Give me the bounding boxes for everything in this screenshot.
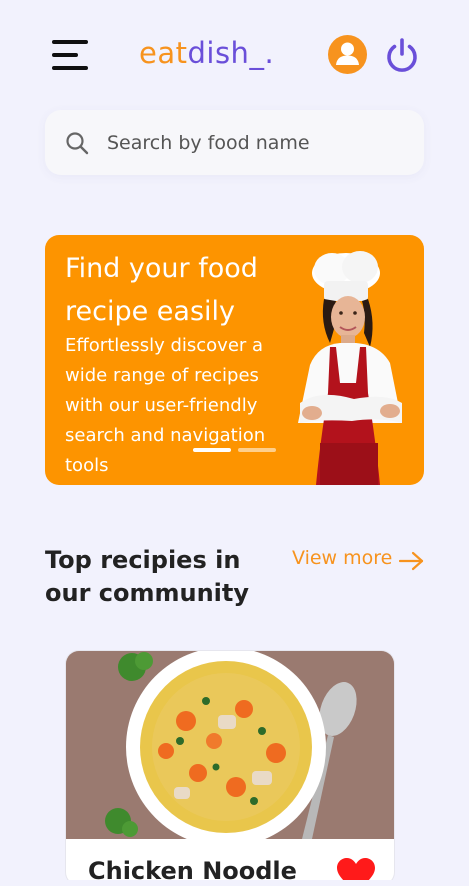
- carousel-indicator: [193, 448, 283, 453]
- chicken-noodle-soup-photo: [66, 651, 394, 839]
- power-icon: [387, 38, 417, 72]
- chef-woman-illustration: [298, 251, 402, 485]
- screen-bottom-edge: [0, 880, 469, 886]
- banner-description: Effortlessly discover a wide range of re…: [65, 335, 266, 476]
- profile-button[interactable]: [328, 35, 367, 74]
- view-more-link[interactable]: View more: [292, 547, 424, 575]
- logo-dish: dish_.: [187, 36, 275, 70]
- logo-eat: eat: [139, 36, 188, 70]
- search-bar: [45, 110, 424, 175]
- carousel-dot-active[interactable]: [193, 448, 231, 452]
- app-header: eatdish_.: [0, 30, 469, 80]
- carousel-dot[interactable]: [238, 448, 276, 452]
- logout-button[interactable]: [383, 36, 421, 74]
- view-more-label: View more: [292, 547, 393, 569]
- section-title: Top recipies in our community: [45, 546, 250, 607]
- recipe-card[interactable]: Chicken Noodle: [65, 650, 395, 886]
- banner-title: Find your food recipe easily: [65, 253, 258, 327]
- search-input[interactable]: [105, 124, 405, 162]
- hamburger-menu-icon[interactable]: [52, 39, 89, 71]
- promo-banner[interactable]: Find your food recipe easily Effortlessl…: [45, 235, 424, 485]
- arrow-right-icon: [399, 551, 424, 571]
- app-logo: eatdish_.: [139, 36, 274, 70]
- search-icon: [66, 132, 89, 155]
- user-icon: [336, 42, 359, 65]
